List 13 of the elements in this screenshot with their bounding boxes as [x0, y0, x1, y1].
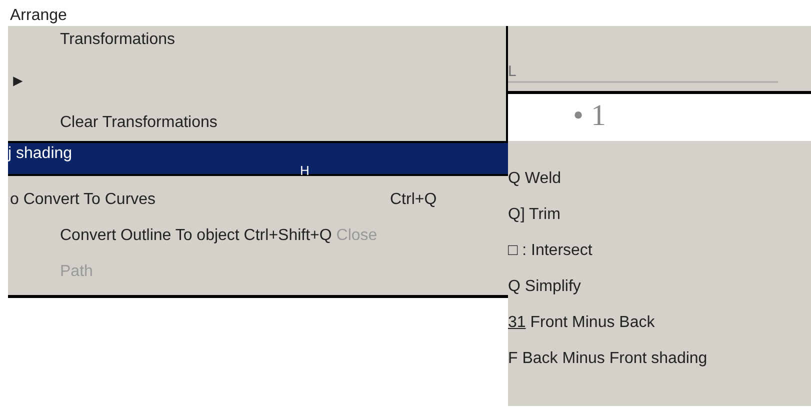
menu-item[interactable]: j shading H [8, 141, 508, 176]
menu-item[interactable]: ► [8, 72, 506, 92]
menu-item[interactable]: F Back Minus Front shading [508, 349, 811, 385]
menu-title[interactable]: Arrange [0, 0, 811, 26]
menu-item[interactable]: Clear Transformations [8, 113, 506, 133]
menu-item[interactable]: 31 Front Minus Back [508, 313, 811, 349]
menu-item[interactable]: Q Weld [508, 169, 811, 205]
menu-item[interactable]: Q Simplify [508, 277, 811, 313]
list-bullet-text: • 1 [573, 98, 606, 134]
menu-item[interactable]: Transformations [8, 30, 506, 50]
menu-item[interactable]: Q] Trim [508, 205, 811, 241]
menu-item[interactable]: o Convert To Curves Ctrl+Q [8, 190, 508, 226]
menu-item[interactable]: □ : Intersect [508, 241, 811, 277]
